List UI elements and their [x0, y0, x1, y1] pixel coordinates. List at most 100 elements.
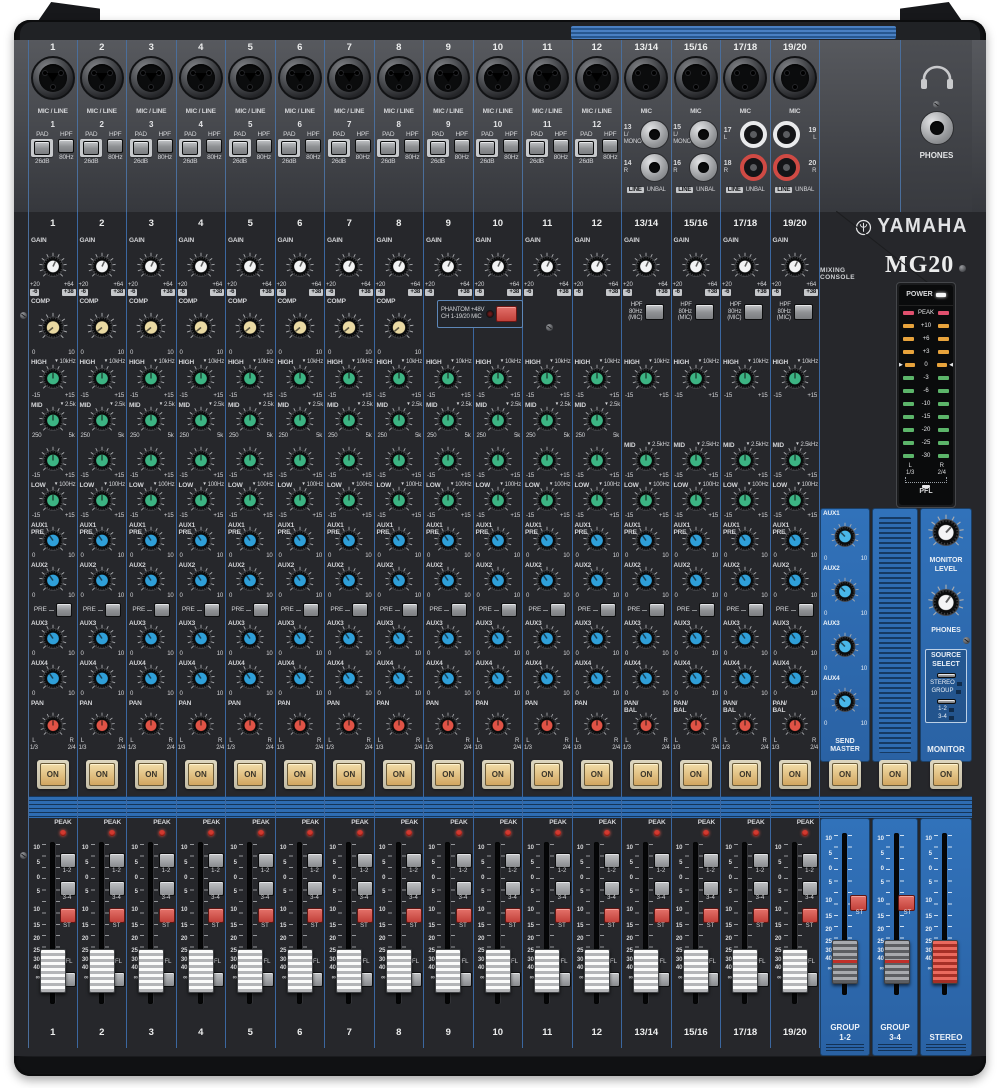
comp-knob[interactable] — [183, 311, 219, 343]
aux1-knob[interactable] — [481, 525, 515, 555]
assign-button-3-4[interactable] — [406, 881, 422, 896]
eq-mid-freq-knob[interactable] — [134, 405, 168, 435]
assign-button-3-4[interactable] — [604, 881, 620, 896]
assign-button-3-4[interactable] — [703, 881, 719, 896]
fader-cap[interactable] — [633, 949, 659, 993]
aux4-knob[interactable] — [481, 663, 515, 693]
gain-knob[interactable] — [184, 251, 218, 281]
fader-cap[interactable] — [40, 949, 66, 993]
eq-mid-freq-knob[interactable] — [36, 405, 70, 435]
aux2-knob[interactable] — [629, 565, 663, 595]
assign-button-3-4[interactable] — [456, 881, 472, 896]
aux4-knob[interactable] — [283, 663, 317, 693]
pan-knob[interactable] — [680, 712, 712, 740]
aux1-knob[interactable] — [184, 525, 218, 555]
pre-button[interactable] — [105, 603, 121, 617]
comp-knob[interactable] — [35, 311, 71, 343]
gain-knob[interactable] — [431, 251, 465, 281]
aux2-knob[interactable] — [728, 565, 762, 595]
assign-button-1-2[interactable] — [654, 853, 670, 868]
on-button[interactable]: ON — [138, 763, 164, 786]
gain-knob[interactable] — [382, 251, 416, 281]
gain-knob[interactable] — [530, 251, 564, 281]
eq-mid-gain-knob[interactable] — [233, 445, 267, 475]
pan-knob[interactable] — [333, 712, 365, 740]
aux1-knob[interactable] — [85, 525, 119, 555]
master-fader-cap[interactable] — [832, 940, 858, 984]
aux2-knob[interactable] — [332, 565, 366, 595]
assign-button-3-4[interactable] — [109, 881, 125, 896]
assign-button-st[interactable] — [258, 908, 274, 923]
aux1-knob[interactable] — [530, 525, 564, 555]
assign-button-1-2[interactable] — [159, 853, 175, 868]
pan-knob[interactable] — [37, 712, 69, 740]
on-button[interactable]: ON — [485, 763, 511, 786]
on-button[interactable]: ON — [386, 763, 412, 786]
pre-button[interactable] — [451, 603, 467, 617]
on-button[interactable]: ON — [732, 763, 758, 786]
aux1-knob[interactable] — [382, 525, 416, 555]
master-st-button[interactable] — [898, 895, 915, 911]
send-master-aux1-knob[interactable] — [828, 521, 862, 551]
aux2-knob[interactable] — [283, 565, 317, 595]
assign-button-3-4[interactable] — [555, 881, 571, 896]
aux3-knob[interactable] — [530, 623, 564, 653]
assign-button-1-2[interactable] — [307, 853, 323, 868]
eq-mid-gain-knob[interactable] — [481, 445, 515, 475]
aux4-knob[interactable] — [85, 663, 119, 693]
eq-low-knob[interactable] — [36, 485, 70, 515]
fader-cap[interactable] — [287, 949, 313, 993]
aux4-knob[interactable] — [233, 663, 267, 693]
gain-knob[interactable] — [481, 251, 515, 281]
eq-low-knob[interactable] — [283, 485, 317, 515]
assign-button-st[interactable] — [505, 908, 521, 923]
assign-button-1-2[interactable] — [456, 853, 472, 868]
aux3-knob[interactable] — [728, 623, 762, 653]
pad-button[interactable] — [479, 141, 495, 155]
comp-knob[interactable] — [331, 311, 367, 343]
gain-knob[interactable] — [728, 251, 762, 281]
eq-mid-freq-knob[interactable] — [332, 405, 366, 435]
on-button[interactable]: ON — [89, 763, 115, 786]
comp-knob[interactable] — [133, 311, 169, 343]
eq-mid-gain-knob[interactable] — [530, 445, 564, 475]
pre-button[interactable] — [303, 603, 319, 617]
hpf-button[interactable] — [58, 139, 74, 153]
on-button[interactable]: ON — [435, 763, 461, 786]
aux1-knob[interactable] — [233, 525, 267, 555]
on-button[interactable]: ON — [188, 763, 214, 786]
on-button[interactable]: ON — [683, 763, 709, 786]
hpf-mic-button[interactable] — [645, 304, 664, 320]
master-fader-cap[interactable] — [932, 940, 958, 984]
assign-button-3-4[interactable] — [505, 881, 521, 896]
assign-button-st[interactable] — [555, 908, 571, 923]
fader-cap[interactable] — [732, 949, 758, 993]
hpf-button[interactable] — [157, 139, 173, 153]
monitor-level-knob[interactable] — [924, 513, 968, 552]
aux3-knob[interactable] — [184, 623, 218, 653]
pan-knob[interactable] — [86, 712, 118, 740]
aux4-knob[interactable] — [431, 663, 465, 693]
assign-button-st[interactable] — [753, 908, 769, 923]
gain-knob[interactable] — [332, 251, 366, 281]
send-master-aux4-knob[interactable] — [828, 686, 862, 716]
pre-button[interactable] — [798, 603, 814, 617]
pan-knob[interactable] — [284, 712, 316, 740]
source-select-button-2[interactable] — [937, 699, 956, 705]
eq-mid-freq-knob[interactable] — [580, 405, 614, 435]
eq-mid-knob[interactable] — [679, 445, 713, 475]
eq-mid-freq-knob[interactable] — [481, 405, 515, 435]
assign-button-1-2[interactable] — [109, 853, 125, 868]
assign-button-st[interactable] — [802, 908, 818, 923]
pad-button[interactable] — [133, 141, 149, 155]
gain-knob[interactable] — [134, 251, 168, 281]
eq-mid-freq-knob[interactable] — [233, 405, 267, 435]
on-button[interactable]: ON — [287, 763, 313, 786]
on-button[interactable]: ON — [40, 763, 66, 786]
aux3-knob[interactable] — [332, 623, 366, 653]
pad-button[interactable] — [83, 141, 99, 155]
eq-low-knob[interactable] — [530, 485, 564, 515]
assign-button-1-2[interactable] — [258, 853, 274, 868]
aux3-knob[interactable] — [233, 623, 267, 653]
aux4-knob[interactable] — [134, 663, 168, 693]
